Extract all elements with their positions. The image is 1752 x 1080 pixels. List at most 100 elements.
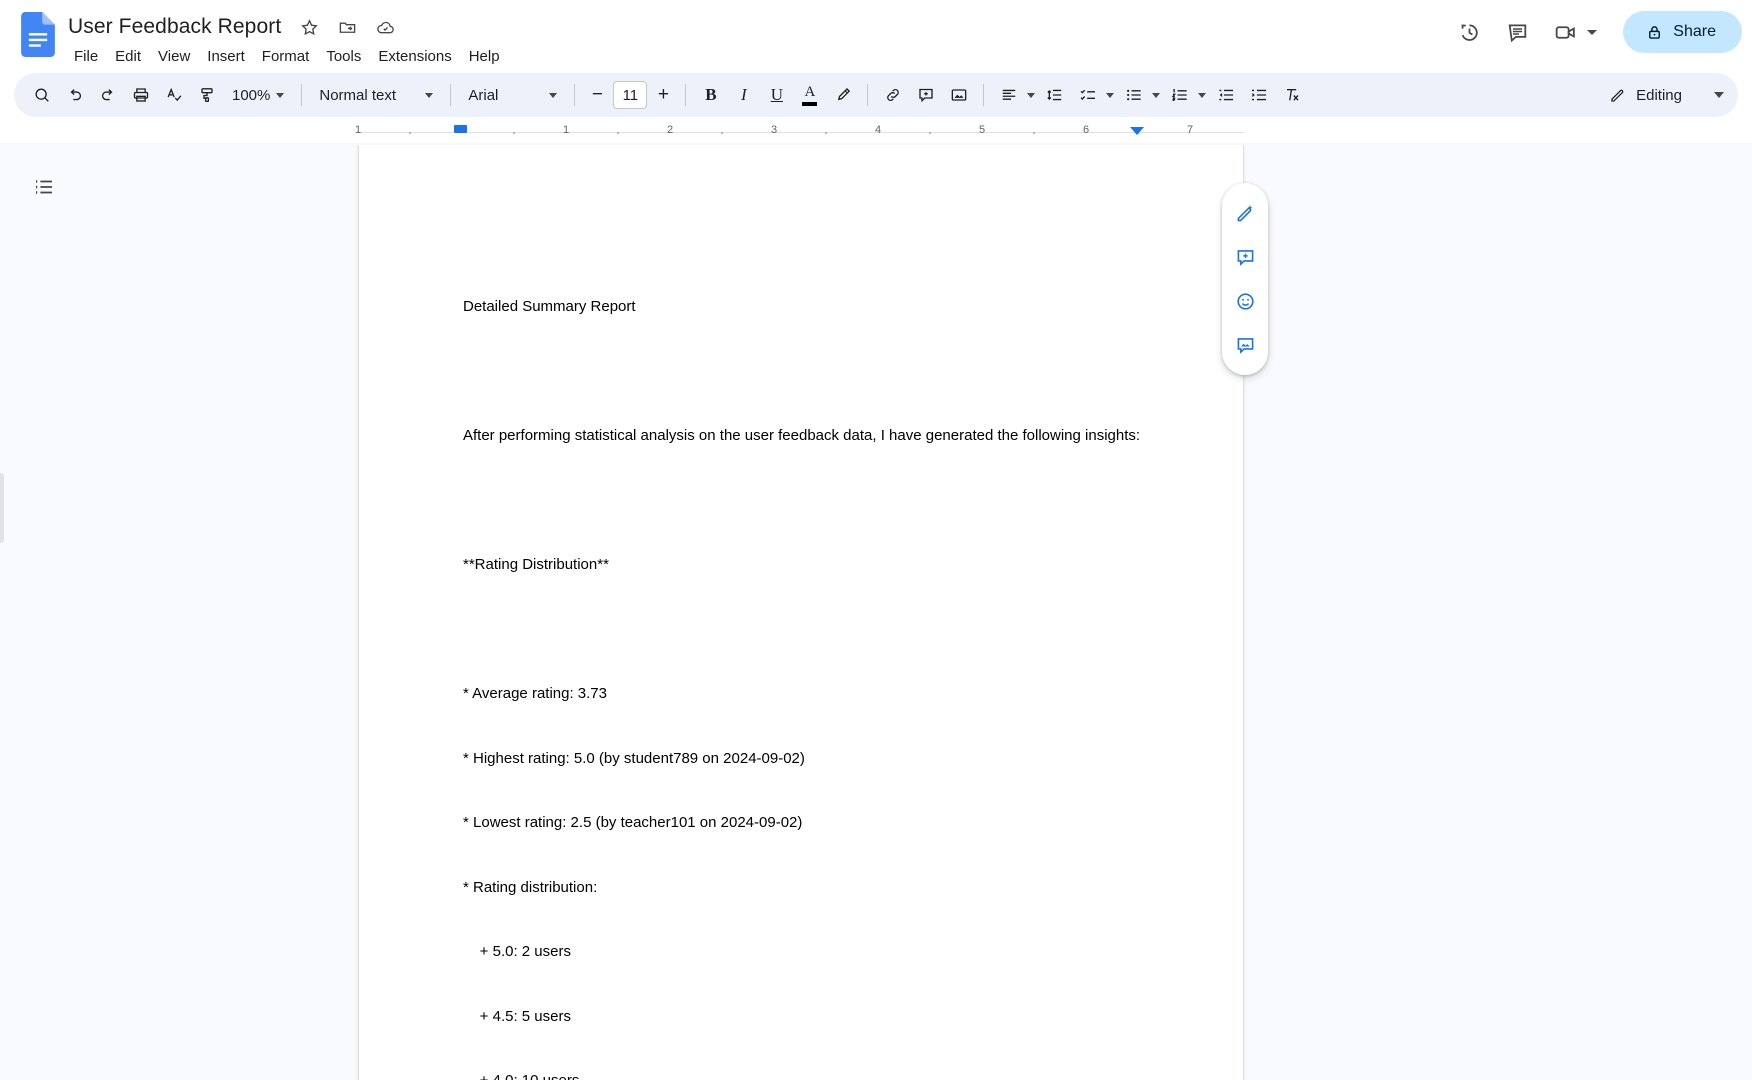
ruler-track — [358, 132, 1244, 133]
document-page[interactable]: Detailed Summary Report After performing… — [358, 145, 1244, 1080]
menu-format[interactable]: Format — [254, 45, 318, 68]
menu-file[interactable]: File — [66, 45, 106, 68]
video-call-icon[interactable] — [1543, 10, 1587, 54]
document-canvas: Detailed Summary Report After performing… — [0, 143, 1752, 1080]
increase-font-size-button[interactable]: + — [650, 81, 676, 109]
clear-formatting-icon[interactable] — [1276, 80, 1307, 111]
mode-chevron-down-icon[interactable] — [1714, 92, 1724, 98]
redo-icon[interactable] — [92, 80, 123, 111]
chevron-down-icon[interactable] — [1024, 80, 1037, 111]
font-family-value: Arial — [468, 86, 499, 104]
spellcheck-icon[interactable] — [158, 80, 189, 111]
numbered-list-icon[interactable] — [1164, 80, 1195, 111]
chevron-down-icon[interactable] — [1587, 29, 1598, 35]
menu-extensions[interactable]: Extensions — [370, 45, 459, 68]
bulleted-list-icon[interactable] — [1118, 80, 1149, 111]
formatting-toolbar: 100% Normal text Arial − 11 + B I U A Ed… — [14, 73, 1738, 117]
font-family-dropdown[interactable]: Arial — [460, 80, 565, 111]
paint-format-icon[interactable] — [191, 80, 222, 111]
highlight-color-icon[interactable] — [827, 80, 858, 111]
editing-mode-button[interactable]: Editing — [1598, 79, 1692, 111]
doc-line: Detailed Summary Report — [463, 298, 636, 315]
decrease-font-size-button[interactable]: − — [584, 81, 610, 109]
underline-button[interactable]: U — [761, 80, 792, 111]
doc-line: * Average rating: 3.73 — [463, 685, 607, 702]
app-header: User Feedback Report File Edit View Inse… — [0, 0, 1752, 73]
menu-edit[interactable]: Edit — [107, 45, 149, 68]
increase-indent-icon[interactable] — [1243, 80, 1274, 111]
text-color-button[interactable]: A — [794, 80, 825, 111]
print-icon[interactable] — [125, 80, 156, 111]
menu-insert[interactable]: Insert — [199, 45, 253, 68]
horizontal-ruler[interactable]: 1 1 2 3 4 5 6 7 — [354, 123, 1244, 143]
numbered-list-group — [1164, 80, 1208, 111]
document-text[interactable]: Detailed Summary Report After performing… — [463, 253, 1163, 1080]
video-call-button[interactable] — [1543, 10, 1609, 54]
floating-side-toolbar — [1222, 183, 1268, 375]
zoom-value: 100% — [232, 86, 271, 104]
ruler-tick — [825, 132, 827, 134]
decrease-indent-icon[interactable] — [1210, 80, 1241, 111]
chevron-down-icon[interactable] — [1195, 80, 1208, 111]
chevron-down-icon — [425, 92, 434, 98]
ruler-number: 7 — [1186, 124, 1194, 136]
ruler-tick — [721, 132, 723, 134]
add-comment-icon[interactable] — [1225, 235, 1265, 279]
google-docs-logo-icon[interactable] — [18, 12, 58, 64]
add-reaction-icon[interactable] — [1225, 279, 1265, 323]
doc-line: **Rating Distribution** — [463, 556, 609, 573]
checklist-group — [1072, 80, 1116, 111]
search-icon[interactable] — [26, 80, 57, 111]
cloud-saved-icon[interactable] — [373, 15, 397, 39]
ruler-number: 1 — [562, 124, 570, 136]
zoom-dropdown[interactable]: 100% — [224, 80, 292, 111]
chevron-down-icon[interactable] — [1103, 80, 1116, 111]
pencil-icon — [1611, 89, 1624, 102]
checklist-icon[interactable] — [1072, 80, 1103, 111]
share-button[interactable]: Share — [1623, 11, 1742, 53]
chevron-down-icon[interactable] — [1149, 80, 1162, 111]
title-row: User Feedback Report — [66, 10, 508, 44]
comment-history-icon[interactable] — [1495, 10, 1539, 54]
align-icon[interactable] — [993, 80, 1024, 111]
paragraph-style-dropdown[interactable]: Normal text — [311, 80, 441, 111]
left-indent-marker[interactable] — [454, 125, 467, 133]
add-comment-icon[interactable] — [910, 80, 941, 111]
doc-line: * Highest rating: 5.0 (by student789 on … — [463, 749, 805, 767]
toolbar-divider — [685, 84, 687, 106]
align-group — [993, 80, 1037, 111]
undo-icon[interactable] — [59, 80, 90, 111]
italic-button[interactable]: I — [728, 80, 759, 111]
right-indent-marker[interactable] — [1130, 127, 1144, 135]
insert-image-icon[interactable] — [943, 80, 974, 111]
font-size-input[interactable]: 11 — [613, 81, 648, 109]
header-actions: Share — [1447, 10, 1742, 54]
google-docs-window: User Feedback Report File Edit View Inse… — [0, 0, 1752, 1080]
paragraph-style-value: Normal text — [319, 86, 397, 104]
toolbar-divider — [574, 84, 576, 106]
ruler-tick — [409, 132, 411, 134]
bold-button[interactable]: B — [695, 80, 726, 111]
doc-line: + 4.5: 5 users — [463, 1007, 571, 1025]
doc-blank-line — [463, 490, 1163, 512]
insert-link-icon[interactable] — [877, 80, 908, 111]
version-history-icon[interactable] — [1447, 10, 1491, 54]
move-to-folder-icon[interactable] — [335, 15, 359, 39]
ruler-tick — [929, 132, 931, 134]
ruler-tick — [617, 132, 619, 134]
doc-line: + 5.0: 2 users — [463, 943, 571, 960]
chevron-down-icon — [549, 92, 558, 98]
star-icon[interactable] — [297, 15, 321, 39]
insert-image-comment-icon[interactable] — [1225, 323, 1265, 367]
ruler-number: 1 — [354, 124, 362, 136]
chevron-down-icon — [276, 92, 285, 98]
document-title[interactable]: User Feedback Report — [66, 14, 283, 40]
smart-edit-icon[interactable] — [1225, 191, 1265, 235]
title-and-menu-block: User Feedback Report File Edit View Inse… — [66, 10, 508, 68]
menu-help[interactable]: Help — [461, 45, 508, 68]
line-spacing-icon[interactable] — [1039, 80, 1070, 111]
document-outline-button[interactable] — [24, 167, 64, 207]
menu-tools[interactable]: Tools — [318, 45, 369, 68]
menu-view[interactable]: View — [150, 45, 198, 68]
bulleted-list-group — [1118, 80, 1162, 111]
